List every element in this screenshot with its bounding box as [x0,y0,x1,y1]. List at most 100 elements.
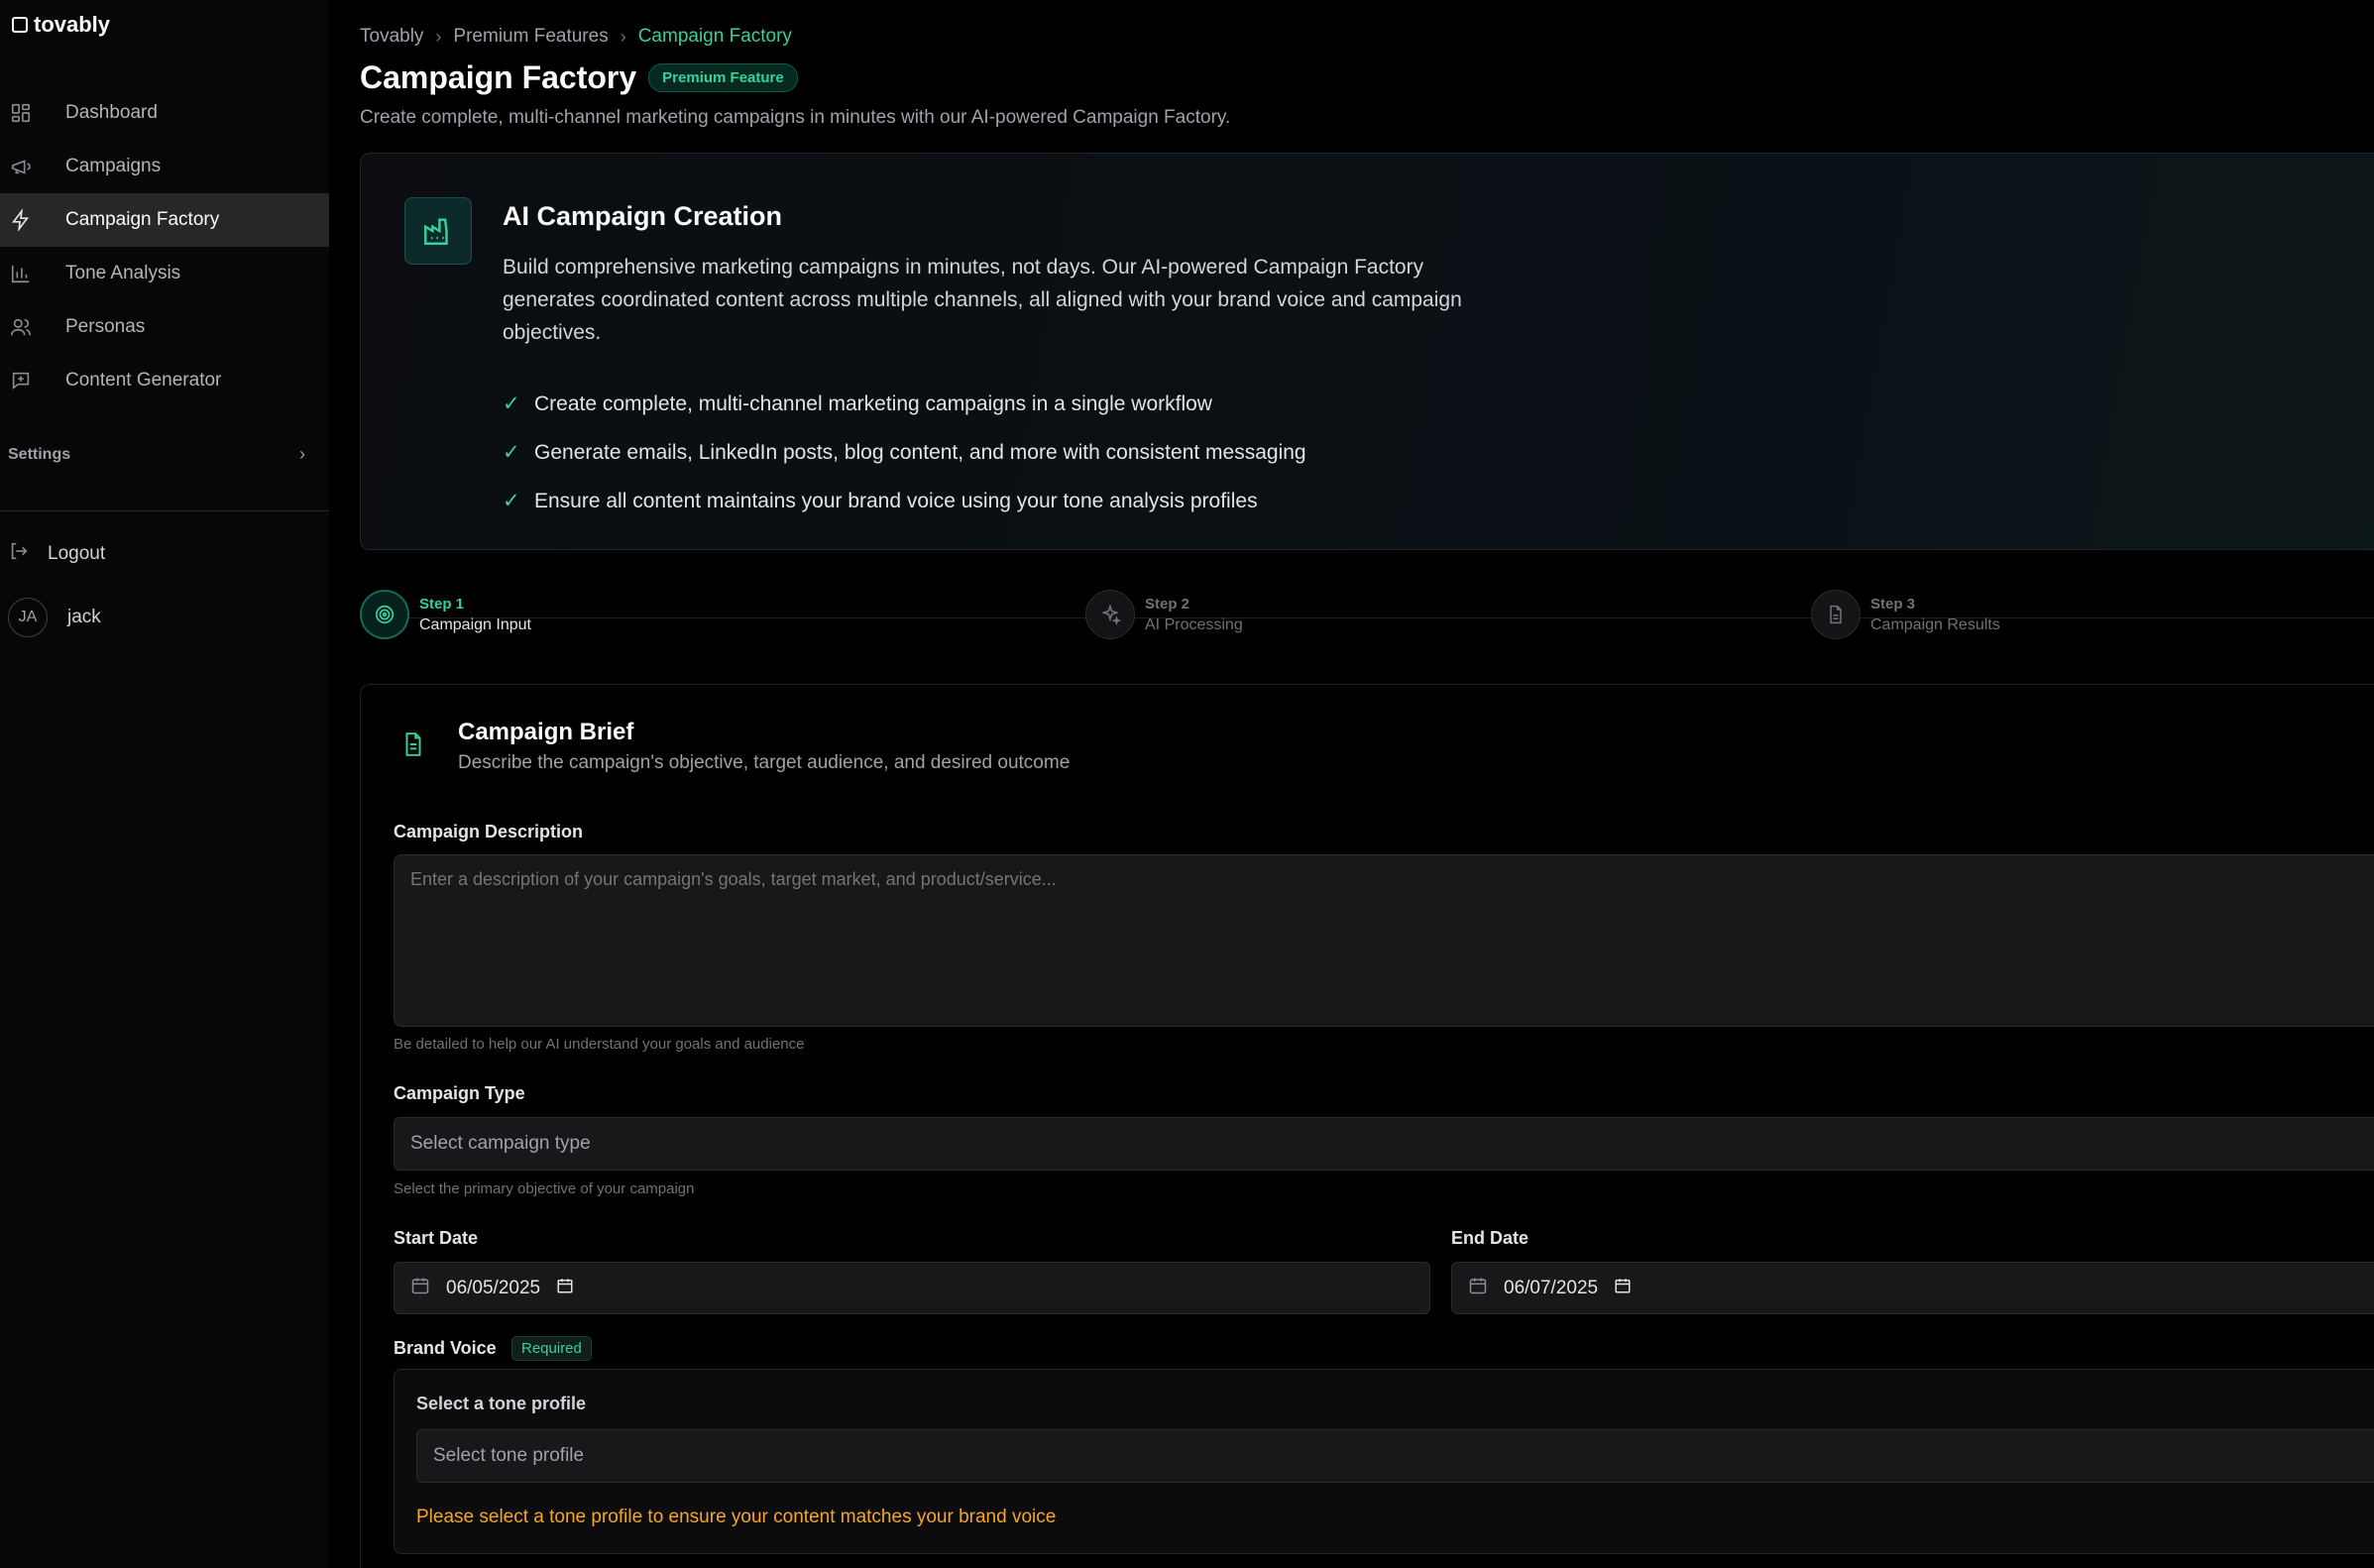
sparkles-icon [1085,590,1135,639]
logout-label: Logout [48,543,106,564]
campaign-type-help: Select the primary objective of your cam… [394,1180,695,1197]
sidebar-item-content-generator[interactable]: Content Generator [0,354,329,407]
feature-text: Generate emails, LinkedIn posts, blog co… [534,440,1306,464]
stepper: Step 1 Campaign Input Step 2 AI Processi… [360,590,2374,645]
factory-icon [404,197,472,265]
list-item: ✓ Ensure all content maintains your bran… [503,477,1306,525]
campaign-description-input[interactable] [394,854,2374,1027]
calendar-picker-icon[interactable] [1614,1277,1632,1300]
brand-voice-label: Brand Voice [394,1338,497,1358]
user-name: jack [67,607,101,627]
chevron-right-icon: › [435,26,442,47]
sidebar-item-personas[interactable]: Personas [0,300,329,354]
document-icon [1811,590,1861,639]
step-label: Campaign Input [419,616,531,633]
step-number: Step 2 [1145,595,1190,613]
description-label: Campaign Description [394,822,584,841]
lightning-icon [0,209,65,231]
page-title: Campaign Factory [360,59,637,95]
megaphone-icon [0,156,65,177]
campaign-type-placeholder: Select campaign type [410,1133,591,1154]
target-icon [360,590,409,639]
start-date-input[interactable]: 06/05/2025 [394,1262,1430,1314]
list-item: ✓ Generate emails, LinkedIn posts, blog … [503,428,1306,477]
sidebar-item-label: Content Generator [65,370,222,391]
step-campaign-input[interactable]: Step 1 Campaign Input [360,590,531,639]
end-date-input[interactable]: 06/07/2025 [1451,1262,2374,1314]
feature-list: ✓ Create complete, multi-channel marketi… [503,380,1306,525]
start-date-value: 06/05/2025 [446,1277,541,1298]
step-number: Step 1 [419,595,465,613]
brand-voice-panel: Select a tone profile Select tone profil… [394,1369,2374,1554]
end-date-label: End Date [1451,1228,1529,1248]
app-root: tovably Dashboard Campaigns Campaign Fac… [0,0,2374,1568]
sidebar-nav: Dashboard Campaigns Campaign Factory Ton… [0,86,329,407]
end-date-value: 06/07/2025 [1504,1277,1599,1298]
brief-title: Campaign Brief [458,719,634,745]
step-label: Campaign Results [1870,616,2000,633]
tone-profile-label: Select a tone profile [416,1394,587,1413]
required-badge: Required [511,1336,592,1361]
feature-text: Ensure all content maintains your brand … [534,489,1258,512]
page-subtitle: Create complete, multi-channel marketing… [360,107,1231,128]
sidebar-item-tone-analysis[interactable]: Tone Analysis [0,247,329,300]
main-content: Tovably › Premium Features › Campaign Fa… [360,0,2374,1568]
logo[interactable]: tovably [12,12,110,38]
list-item: ✓ Create complete, multi-channel marketi… [503,380,1306,428]
message-plus-icon [0,370,65,392]
check-icon: ✓ [503,490,520,512]
feature-text: Create complete, multi-channel marketing… [534,392,1212,415]
sidebar-item-dashboard[interactable]: Dashboard [0,86,329,140]
chevron-right-icon: › [620,26,626,47]
premium-badge: Premium Feature [648,63,798,92]
tone-warning: Please select a tone profile to ensure y… [416,1507,1057,1527]
settings-toggle[interactable]: Settings › [8,444,305,465]
users-icon [0,316,65,338]
calendar-icon [410,1276,430,1301]
breadcrumb-link-premium[interactable]: Premium Features [453,26,608,48]
breadcrumb-link-home[interactable]: Tovably [360,26,423,48]
hero-title: AI Campaign Creation [503,201,783,231]
start-date-label: Start Date [394,1228,479,1248]
breadcrumb-current: Campaign Factory [637,26,792,47]
avatar: JA [8,598,48,637]
sidebar-item-label: Campaigns [65,156,162,176]
tone-profile-select[interactable]: Select tone profile [416,1429,2374,1483]
dashboard-icon [0,102,65,124]
sidebar-item-label: Dashboard [65,102,158,123]
sidebar-item-label: Campaign Factory [65,209,220,230]
step-label: AI Processing [1145,616,1243,633]
sidebar-item-label: Tone Analysis [65,263,181,283]
title-row: Campaign Factory Premium Feature [360,59,798,96]
check-icon: ✓ [503,441,520,464]
sidebar-divider [0,510,329,511]
campaign-type-select[interactable]: Select campaign type [394,1117,2374,1171]
brief-subtitle: Describe the campaign's objective, targe… [458,752,1071,773]
step-campaign-results[interactable]: Step 3 Campaign Results [1811,590,2000,639]
breadcrumb: Tovably › Premium Features › Campaign Fa… [360,26,792,48]
document-icon [400,730,426,763]
settings-label: Settings [8,445,71,463]
check-icon: ✓ [503,392,520,415]
campaign-brief-card: Campaign Brief Describe the campaign's o… [360,684,2374,1568]
hero-description: Build comprehensive marketing campaigns … [503,256,1462,344]
logo-icon [12,17,28,33]
campaign-type-label: Campaign Type [394,1083,525,1103]
sidebar-item-label: Personas [65,316,146,337]
bar-chart-icon [0,263,65,284]
sidebar-item-campaigns[interactable]: Campaigns [0,140,329,193]
logo-text: tovably [34,12,111,37]
calendar-icon [1468,1276,1488,1301]
description-help: Be detailed to help our AI understand yo… [394,1036,805,1053]
user-profile[interactable]: JA jack [8,598,101,637]
stepper-line [384,617,2374,618]
step-number: Step 3 [1870,595,1916,613]
step-ai-processing[interactable]: Step 2 AI Processing [1085,590,1243,639]
tone-profile-placeholder: Select tone profile [433,1445,585,1466]
logout-icon [8,540,30,568]
calendar-picker-icon[interactable] [556,1277,574,1300]
chevron-right-icon: › [299,444,305,464]
sidebar-item-campaign-factory[interactable]: Campaign Factory [0,193,329,247]
logout-button[interactable]: Logout [8,540,105,568]
ai-creation-card: AI Campaign Creation Build comprehensive… [360,153,2374,550]
